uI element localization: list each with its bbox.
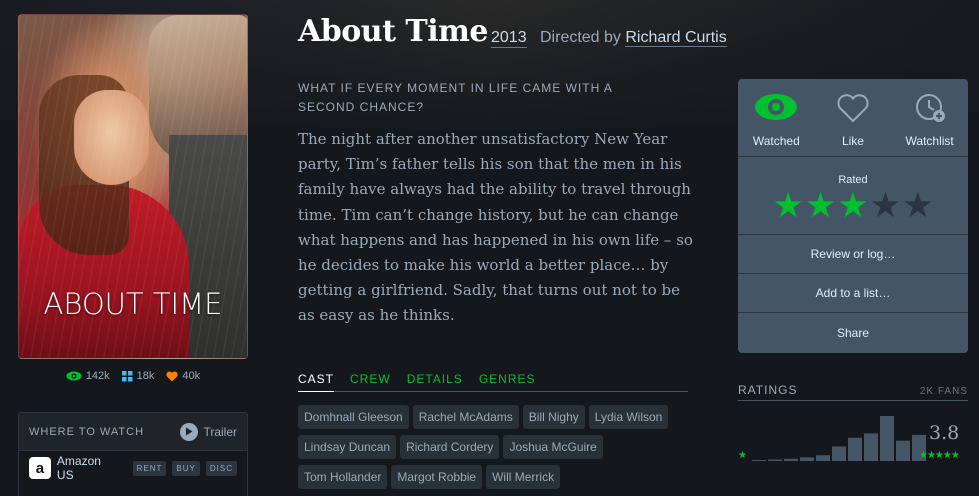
histogram-bar[interactable] [752, 460, 766, 461]
ratings-title[interactable]: RATINGS [738, 383, 797, 397]
tab-details[interactable]: DETAILS [407, 372, 463, 391]
service-row-amazon[interactable]: a Amazon US RENT BUY DISC [19, 451, 247, 485]
histogram-bar[interactable] [848, 437, 862, 461]
rent-option[interactable]: RENT [132, 460, 167, 476]
cast-member[interactable]: Rachel McAdams [412, 405, 519, 429]
cast-list: Domhnall Gleeson Rachel McAdams Bill Nig… [298, 405, 690, 489]
rating-stars[interactable]: ★ ★ ★ ★ ★ [773, 188, 934, 224]
histogram-bar[interactable] [832, 446, 846, 461]
rated-label: Rated [838, 174, 868, 186]
film-poster[interactable]: ABOUT TIME [18, 14, 248, 359]
watchlist-label: Watchlist [905, 134, 954, 148]
cast-member[interactable]: Domhnall Gleeson [298, 405, 409, 429]
histogram-bar[interactable] [880, 416, 894, 461]
cast-member[interactable]: Margot Robbie [391, 465, 483, 489]
actions-panel: Watched Like Watchlist Rated ★ ★ ★ ★ ★ R… [738, 79, 968, 353]
director-link[interactable]: Richard Curtis [625, 29, 727, 47]
lists-count[interactable]: 18k [121, 370, 155, 382]
where-to-watch-panel: WHERE TO WATCH Trailer a Amazon US RENT … [18, 412, 248, 496]
ratings-fans[interactable]: 2K FANS [920, 386, 968, 397]
eye-icon [754, 91, 798, 130]
cast-member[interactable]: Will Merrick [486, 465, 561, 489]
average-rating[interactable]: 3.8 [929, 422, 959, 444]
where-to-watch-title: WHERE TO WATCH [29, 425, 145, 438]
clock-add-icon [912, 91, 948, 130]
tab-genres[interactable]: GENRES [479, 372, 536, 391]
service-name: Amazon US [56, 454, 101, 482]
likes-count[interactable]: 40k [166, 370, 200, 382]
where-to-watch-header: WHERE TO WATCH Trailer [19, 413, 247, 451]
tab-crew[interactable]: CREW [350, 372, 391, 391]
star-icon[interactable]: ★ [773, 188, 804, 224]
film-synopsis: The night after another unsatisfactory N… [298, 130, 693, 325]
likes-count-value: 40k [182, 370, 201, 382]
watched-button[interactable]: Watched [741, 91, 811, 156]
like-label: Like [841, 134, 864, 148]
ratings-header: RATINGS 2K FANS [738, 383, 968, 401]
directed-by-prefix: Directed by [540, 29, 621, 46]
film-year-link[interactable]: 2013 [491, 29, 527, 48]
histogram-bar[interactable] [864, 433, 878, 461]
histogram-bar[interactable] [768, 459, 782, 461]
actions-top-row: Watched Like Watchlist [738, 79, 968, 157]
cast-member[interactable]: Tom Hollander [298, 465, 388, 489]
trailer-label: Trailer [203, 424, 237, 439]
amazon-logo-icon: a [29, 457, 51, 479]
cast-member[interactable]: Richard Cordery [400, 435, 500, 459]
histogram-bar[interactable] [896, 440, 910, 461]
cast-member[interactable]: Joshua McGuire [503, 435, 603, 459]
watched-count[interactable]: 142k [66, 370, 110, 382]
share-button[interactable]: Share [738, 313, 968, 352]
lists-count-value: 18k [136, 370, 155, 382]
like-button[interactable]: Like [818, 91, 888, 156]
buy-option[interactable]: BUY [172, 460, 200, 476]
cast-member[interactable]: Lydia Wilson [588, 405, 669, 429]
half-star-icon: ★ [738, 450, 747, 461]
eye-icon [66, 371, 82, 381]
trailer-link[interactable]: Trailer [180, 422, 237, 441]
film-title: About Time [298, 14, 488, 49]
film-tabs: CAST CREW DETAILS GENRES [298, 372, 688, 392]
rating-widget: Rated ★ ★ ★ ★ ★ [738, 157, 968, 235]
five-stars-icon: ★★★★★ [919, 450, 960, 461]
film-stats: 142k 18k 40k [18, 370, 248, 382]
star-icon[interactable]: ★ [870, 188, 901, 224]
star-icon[interactable]: ★ [902, 188, 933, 224]
histogram-bar[interactable] [800, 457, 814, 461]
tab-cast[interactable]: CAST [298, 372, 335, 392]
histogram-bar[interactable] [784, 458, 798, 461]
directed-by: Directed by Richard Curtis [540, 29, 727, 47]
heart-outline-icon [835, 91, 871, 130]
film-tagline: What if every moment in life came with a… [298, 81, 613, 114]
add-to-list-button[interactable]: Add to a list… [738, 274, 968, 313]
star-icon[interactable]: ★ [837, 188, 868, 224]
cast-member[interactable]: Lindsay Duncan [298, 435, 397, 459]
star-icon[interactable]: ★ [805, 188, 836, 224]
poster-title-text: ABOUT TIME [43, 287, 223, 321]
review-log-button[interactable]: Review or log… [738, 235, 968, 274]
heart-icon [166, 371, 179, 382]
histogram-bar[interactable] [816, 455, 830, 461]
watched-count-value: 142k [85, 370, 110, 382]
disc-option[interactable]: DISC [205, 460, 237, 476]
grid-icon [121, 370, 133, 382]
watchlist-button[interactable]: Watchlist [895, 91, 965, 156]
watched-label: Watched [752, 134, 800, 148]
play-icon [180, 422, 199, 441]
cast-member[interactable]: Bill Nighy [522, 405, 585, 429]
